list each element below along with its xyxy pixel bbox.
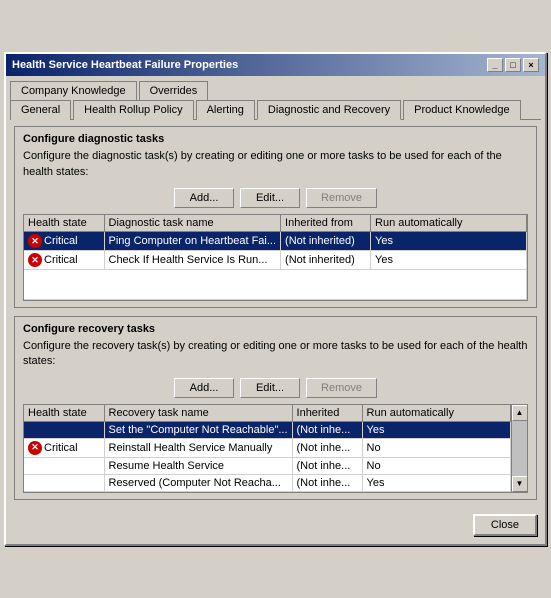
window-title: Health Service Heartbeat Failure Propert… xyxy=(12,59,238,71)
diagnostic-section: Configure diagnostic tasks Configure the… xyxy=(14,126,537,308)
rec-row1-task-name: Set the "Computer Not Reachable"... xyxy=(104,421,292,438)
rec-row4-inherited: (Not inhe... xyxy=(292,474,362,491)
tab-row-1: Company Knowledge Overrides xyxy=(6,76,545,99)
rec-row4-task-name: Reserved (Computer Not Reacha... xyxy=(104,474,292,491)
tab-row-2-items: General Health Rollup Policy Alerting Di… xyxy=(10,99,541,120)
rec-row4-health-state xyxy=(24,474,104,491)
rec-row2-inherited: (Not inhe... xyxy=(292,438,362,457)
error-icon: ✕ xyxy=(28,441,42,455)
rec-col-inherited: Inherited xyxy=(292,405,362,422)
diagnostic-section-desc: Configure the diagnostic task(s) by crea… xyxy=(23,149,528,180)
error-icon: ✕ xyxy=(28,234,42,248)
rec-row2-task-name: Reinstall Health Service Manually xyxy=(104,438,292,457)
rec-row3-health-state xyxy=(24,457,104,474)
rec-row3-inherited: (Not inhe... xyxy=(292,457,362,474)
tab-overrides[interactable]: Overrides xyxy=(139,81,209,100)
table-row[interactable]: ✕ Critical Check If Health Service Is Ru… xyxy=(24,251,527,270)
rec-row2-run-auto: No xyxy=(362,438,510,457)
diagnostic-btn-row: Add... Edit... Remove xyxy=(23,188,528,208)
recovery-section-title: Configure recovery tasks xyxy=(23,323,528,335)
diagnostic-add-button[interactable]: Add... xyxy=(174,188,234,208)
diag-col-inherited: Inherited from xyxy=(281,215,371,232)
rec-row4-run-auto: Yes xyxy=(362,474,510,491)
main-window: Health Service Heartbeat Failure Propert… xyxy=(4,52,547,546)
recovery-section: Configure recovery tasks Configure the r… xyxy=(14,316,537,500)
maximize-button[interactable]: □ xyxy=(505,58,521,72)
content-area: Configure diagnostic tasks Configure the… xyxy=(6,120,545,510)
recovery-scrollbar[interactable]: ▲ ▼ xyxy=(511,405,527,492)
error-icon: ✕ xyxy=(28,253,42,267)
title-bar: Health Service Heartbeat Failure Propert… xyxy=(6,54,545,76)
table-row[interactable]: ✕ Critical Reinstall Health Service Manu… xyxy=(24,438,511,457)
diag-col-health-state: Health state xyxy=(24,215,104,232)
rec-row2-health-cell: ✕ Critical xyxy=(28,441,100,455)
rec-row3-task-name: Resume Health Service xyxy=(104,457,292,474)
recovery-edit-button[interactable]: Edit... xyxy=(240,378,300,398)
diag-row1-task-name: Ping Computer on Heartbeat Fai... xyxy=(104,232,281,251)
close-button[interactable]: Close xyxy=(473,514,537,536)
diag-row1-inherited: (Not inherited) xyxy=(281,232,371,251)
tab-product-knowledge[interactable]: Product Knowledge xyxy=(403,100,520,120)
rec-row3-run-auto: No xyxy=(362,457,510,474)
scrollbar-up-button[interactable]: ▲ xyxy=(512,405,528,421)
scrollbar-down-button[interactable]: ▼ xyxy=(512,476,528,492)
table-row-empty xyxy=(24,270,527,300)
tab-row-2-wrapper: General Health Rollup Policy Alerting Di… xyxy=(6,99,545,120)
tab-general[interactable]: General xyxy=(10,100,71,120)
recovery-remove-button[interactable]: Remove xyxy=(306,378,377,398)
table-row[interactable]: ✕ Critical Ping Computer on Heartbeat Fa… xyxy=(24,232,527,251)
tab-health-rollup[interactable]: Health Rollup Policy xyxy=(73,100,193,120)
diag-row1-health-cell: ✕ Critical xyxy=(28,234,100,248)
rec-col-task-name: Recovery task name xyxy=(104,405,292,422)
diag-col-task-name: Diagnostic task name xyxy=(104,215,281,232)
diagnostic-section-title: Configure diagnostic tasks xyxy=(23,133,528,145)
tab-row-1-items: Company Knowledge Overrides xyxy=(10,80,541,99)
minimize-button[interactable]: _ xyxy=(487,58,503,72)
title-bar-buttons: _ □ × xyxy=(487,58,539,72)
recovery-btn-row: Add... Edit... Remove xyxy=(23,378,528,398)
diag-row2-run-auto: Yes xyxy=(371,251,527,270)
recovery-section-desc: Configure the recovery task(s) by creati… xyxy=(23,339,528,370)
footer: Close xyxy=(6,510,545,544)
diagnostic-table-wrapper: Health state Diagnostic task name Inheri… xyxy=(23,214,528,301)
close-window-button[interactable]: × xyxy=(523,58,539,72)
table-row[interactable]: Reserved (Computer Not Reacha... (Not in… xyxy=(24,474,511,491)
diagnostic-table: Health state Diagnostic task name Inheri… xyxy=(24,215,527,300)
diag-row2-health-state: ✕ Critical xyxy=(24,251,104,270)
diag-row1-health-state: ✕ Critical xyxy=(24,232,104,251)
table-row[interactable]: Set the "Computer Not Reachable"... (Not… xyxy=(24,421,511,438)
diag-row2-task-name: Check If Health Service Is Run... xyxy=(104,251,281,270)
recovery-add-button[interactable]: Add... xyxy=(174,378,234,398)
tab-diagnostic-recovery[interactable]: Diagnostic and Recovery xyxy=(257,100,401,120)
rec-row2-health-state: ✕ Critical xyxy=(24,438,104,457)
rec-row1-health-state xyxy=(24,421,104,438)
diagnostic-edit-button[interactable]: Edit... xyxy=(240,188,300,208)
rec-row1-inherited: (Not inhe... xyxy=(292,421,362,438)
rec-row1-run-auto: Yes xyxy=(362,421,510,438)
rec-col-run-auto: Run automatically xyxy=(362,405,510,422)
diagnostic-remove-button[interactable]: Remove xyxy=(306,188,377,208)
scrollbar-track xyxy=(512,421,528,476)
recovery-table-wrapper: Health state Recovery task name Inherite… xyxy=(23,404,528,493)
tab-alerting[interactable]: Alerting xyxy=(196,100,255,120)
diag-row2-health-cell: ✕ Critical xyxy=(28,253,100,267)
tab-company-knowledge[interactable]: Company Knowledge xyxy=(10,81,137,100)
diag-col-run-auto: Run automatically xyxy=(371,215,527,232)
table-row[interactable]: Resume Health Service (Not inhe... No xyxy=(24,457,511,474)
recovery-table: Health state Recovery task name Inherite… xyxy=(24,405,511,492)
diag-row1-run-auto: Yes xyxy=(371,232,527,251)
diag-row2-inherited: (Not inherited) xyxy=(281,251,371,270)
rec-col-health-state: Health state xyxy=(24,405,104,422)
